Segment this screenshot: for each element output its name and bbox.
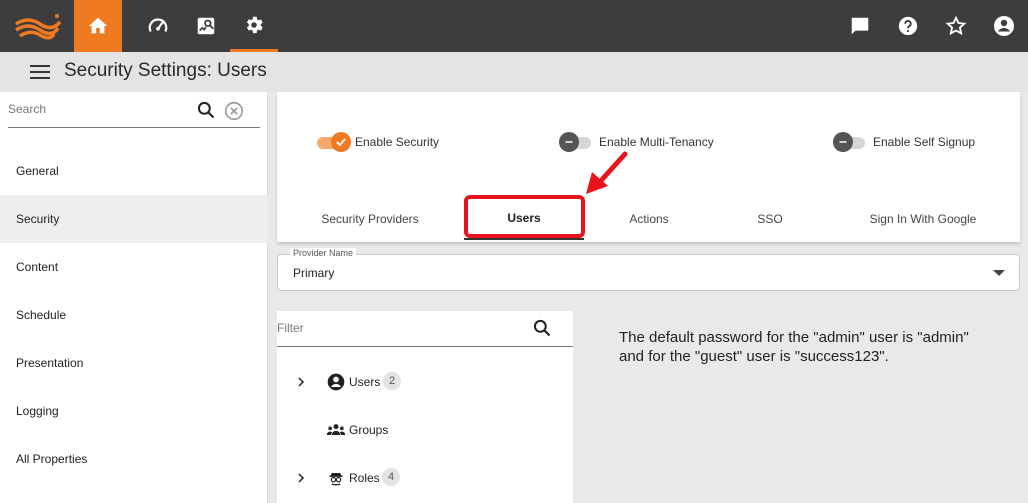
top-bar: [0, 0, 1028, 52]
favorites-button[interactable]: [944, 14, 968, 38]
sidebar-item-presentation[interactable]: Presentation: [0, 339, 268, 387]
count-badge: 4: [382, 468, 400, 486]
sidebar-search: [8, 94, 260, 128]
report-icon: [197, 17, 215, 35]
enable-security-toggle[interactable]: [315, 132, 351, 152]
message-icon: [851, 17, 869, 35]
page-title: Security Settings: Users: [64, 60, 267, 81]
report-button[interactable]: [182, 0, 230, 52]
security-settings-card: Enable Security Enable Multi-Tenancy Ena…: [277, 92, 1020, 242]
sidebar-item-logging[interactable]: Logging: [0, 387, 268, 435]
groups-icon: [326, 424, 346, 435]
count-badge: 2: [383, 372, 401, 390]
dropdown-icon[interactable]: [993, 270, 1005, 276]
tab-security-providers[interactable]: Security Providers: [307, 198, 433, 240]
minus-icon: [565, 141, 573, 143]
annotation-arrow: [586, 151, 628, 194]
clear-icon[interactable]: [223, 100, 245, 122]
filter-input[interactable]: [277, 321, 507, 335]
home-icon: [88, 17, 108, 34]
tree-node-groups[interactable]: Groups: [277, 415, 573, 445]
chevron-right-icon[interactable]: [295, 472, 307, 484]
sidebar-item-security[interactable]: Security: [0, 195, 268, 243]
search-icon[interactable]: [532, 318, 552, 338]
account-button[interactable]: [992, 14, 1016, 38]
enable-multi-tenancy-label: Enable Multi-Tenancy: [599, 135, 714, 149]
tree-node-label: Groups: [349, 423, 389, 437]
home-button[interactable]: [74, 0, 122, 52]
provider-name-value: Primary: [293, 266, 335, 280]
help-button[interactable]: [896, 14, 920, 38]
tree-node-label: Users: [349, 375, 381, 389]
dashboard-button[interactable]: [134, 0, 182, 52]
minus-icon: [839, 141, 847, 143]
tree-node-roles[interactable]: Roles 4: [277, 463, 573, 493]
sidebar-item-content[interactable]: Content: [0, 243, 268, 291]
settings-icon: [246, 16, 263, 33]
dashboard-icon: [148, 18, 168, 33]
sidebar-item-all-properties[interactable]: All Properties: [0, 435, 268, 483]
roles-icon: [329, 473, 343, 486]
enable-security-row: Enable Security: [315, 132, 439, 152]
default-password-info: The default password for the "admin" use…: [619, 329, 969, 365]
filter-row: [277, 311, 573, 347]
enable-self-signup-toggle[interactable]: [833, 132, 869, 152]
user-circle-icon: [327, 373, 345, 391]
provider-name-select[interactable]: Provider Name Primary: [277, 248, 1020, 291]
sidebar-item-schedule[interactable]: Schedule: [0, 291, 268, 339]
chevron-right-icon[interactable]: [295, 376, 307, 388]
enable-multi-tenancy-toggle[interactable]: [559, 132, 595, 152]
sidebar-item-general[interactable]: General: [0, 147, 268, 195]
tab-sign-in-with-google[interactable]: Sign In With Google: [853, 198, 993, 240]
search-input[interactable]: [8, 102, 188, 116]
enable-security-label: Enable Security: [355, 135, 440, 149]
sidebar: General Security Content Schedule Presen…: [0, 92, 268, 503]
account-icon: [994, 16, 1014, 36]
message-button[interactable]: [848, 14, 872, 38]
enable-self-signup-label: Enable Self Signup: [873, 135, 976, 149]
tree-node-label: Roles: [349, 471, 380, 485]
help-icon: [898, 16, 918, 36]
tab-sso[interactable]: SSO: [730, 198, 810, 240]
check-icon: [336, 138, 346, 147]
enable-multi-tenancy-row: Enable Multi-Tenancy: [559, 132, 714, 152]
title-bar: Security Settings: Users: [0, 52, 1028, 92]
logo-icon[interactable]: [10, 10, 62, 42]
tab-actions[interactable]: Actions: [599, 198, 699, 240]
provider-name-label: Provider Name: [290, 248, 357, 258]
settings-button[interactable]: [230, 0, 278, 52]
search-icon[interactable]: [196, 100, 216, 120]
enable-self-signup-row: Enable Self Signup: [833, 132, 975, 152]
annotation-highlight-box: [464, 195, 585, 238]
menu-icon[interactable]: [30, 64, 50, 80]
star-icon: [945, 15, 967, 36]
tree-node-users[interactable]: Users 2: [277, 367, 573, 397]
identity-tree-panel: Users 2 Groups Roles 4: [277, 311, 573, 503]
